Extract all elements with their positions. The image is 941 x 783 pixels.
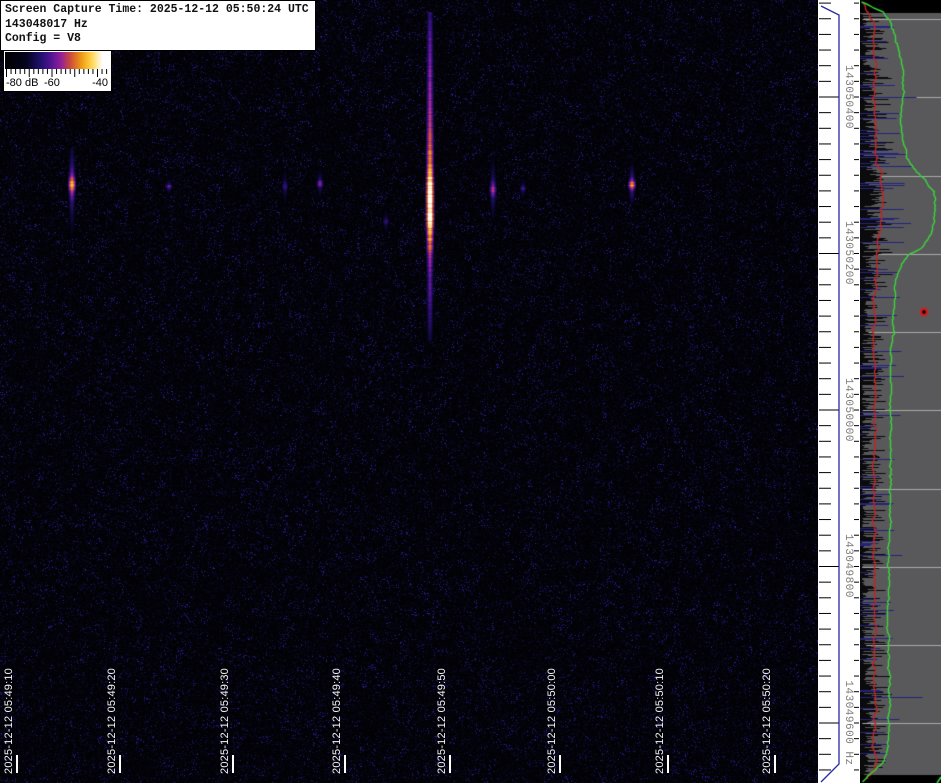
capture-config-line: Config = V8 xyxy=(5,32,309,47)
spectrum-capture-screen: 2025-12-12 05:49:102025-12-12 05:49:2020… xyxy=(0,0,941,783)
frequency-axis-label: 143049800 xyxy=(842,534,854,598)
colorbar-label-mid: -60 xyxy=(44,77,60,89)
frequency-axis[interactable]: 143050400 143050200 143050000 143049800 1430… xyxy=(818,0,860,783)
frequency-axis-label: 143050400 xyxy=(842,65,854,129)
capture-frequency-line: 143048017 Hz xyxy=(5,18,309,33)
colorbar-labels: -80 dB -60 -40 xyxy=(5,77,110,91)
waterfall-spectrogram[interactable] xyxy=(0,0,818,783)
capture-info-box: Screen Capture Time: 2025-12-12 05:50:24… xyxy=(0,0,316,51)
spectrum-panel[interactable] xyxy=(860,0,941,783)
capture-time-line: Screen Capture Time: 2025-12-12 05:50:24… xyxy=(5,3,309,18)
colorbar-label-max: -40 xyxy=(92,77,108,89)
colorbar-label-min: -80 dB xyxy=(6,77,38,89)
frequency-axis-label: 143050000 xyxy=(842,378,854,442)
colorbar-gradient xyxy=(5,52,110,69)
frequency-axis-label: 143050200 xyxy=(842,221,854,285)
frequency-axis-label: 143049600 Hz xyxy=(842,680,854,765)
colorbar-legend: -80 dB -60 -40 xyxy=(3,50,112,92)
